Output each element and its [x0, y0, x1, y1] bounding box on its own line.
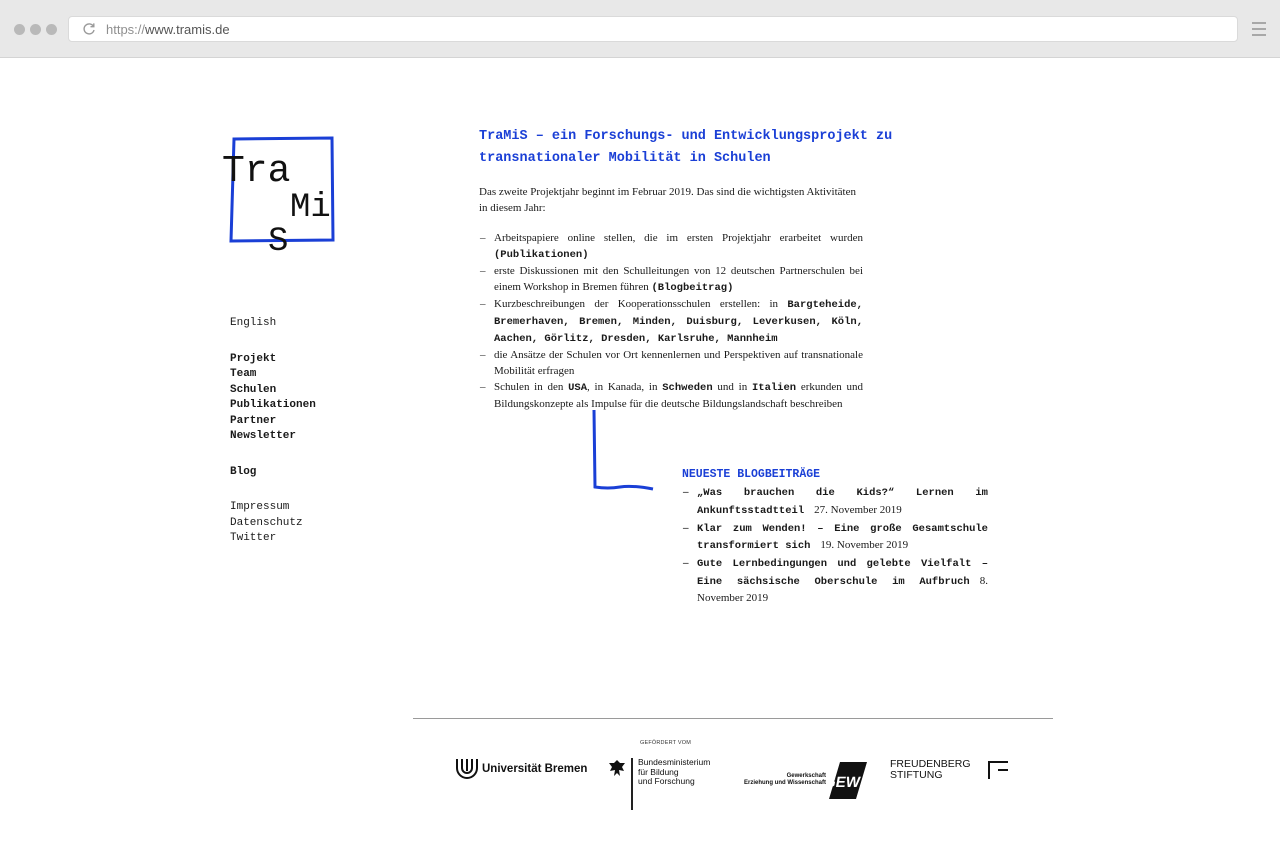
window-controls — [14, 24, 57, 35]
maximize-window-button[interactable] — [46, 24, 57, 35]
main-content: TraMiS – ein Forschungs- und Entwicklung… — [479, 126, 892, 412]
partner-bmbf[interactable]: Bundesministerium für Bildung und Forsch… — [608, 757, 710, 810]
intro-text: Das zweite Projektjahr beginnt im Februa… — [479, 186, 856, 214]
list-item: erste Diskussionen mit den Schulleitunge… — [479, 263, 863, 296]
activity-list: Arbeitspapiere online stellen, die im er… — [479, 230, 863, 412]
blog-heading: NEUESTE BLOGBEITRÄGE — [682, 468, 821, 481]
partner-gew[interactable]: Gewerkschaft Erziehung und Wissenschaft … — [744, 760, 868, 800]
nav-schulen[interactable]: Schulen — [230, 383, 316, 399]
page-content: Tra Mi S English Projekt Team Schulen Pu… — [0, 58, 1280, 860]
minimize-window-button[interactable] — [30, 24, 41, 35]
italien-link[interactable]: Italien — [752, 382, 796, 394]
partner-universitaet-bremen[interactable]: Universität Bremen — [455, 758, 587, 780]
svg-text:GEW: GEW — [828, 774, 862, 791]
blog-post-title[interactable]: Gute Lernbedingungen und gelebte Vielfal… — [697, 558, 988, 588]
blog-post-item[interactable]: Klar zum Wenden! – Eine große Gesamtschu… — [682, 520, 988, 555]
browser-menu-icon[interactable] — [1252, 22, 1266, 36]
nav-newsletter[interactable]: Newsletter — [230, 429, 316, 445]
latest-blog-posts: NEUESTE BLOGBEITRÄGE „Was brauchen die K… — [682, 467, 988, 607]
main-nav: English Projekt Team Schulen Publikation… — [230, 316, 316, 547]
funded-label: GEFÖRDERT VOM — [640, 740, 691, 746]
svg-text:S: S — [268, 223, 288, 254]
list-item: Arbeitspapiere online stellen, die im er… — [479, 230, 863, 263]
tramis-logo[interactable]: Tra Mi S — [220, 134, 346, 254]
browser-chrome: https://www.tramis.de — [0, 0, 1280, 58]
reload-icon[interactable] — [82, 22, 96, 36]
list-item: die Ansätze der Schulen vor Ort kennenle… — [479, 347, 863, 379]
blog-post-date: 19. November 2019 — [820, 539, 909, 551]
federal-eagle-icon — [609, 760, 625, 776]
url-text: https://www.tramis.de — [106, 22, 230, 37]
page-title: TraMiS – ein Forschungs- und Entwicklung… — [479, 129, 893, 166]
svg-text:Mi: Mi — [290, 189, 331, 227]
close-window-button[interactable] — [14, 24, 25, 35]
list-item: Kurzbeschreibungen der Kooperationsschul… — [479, 296, 863, 347]
publikationen-link[interactable]: (Publikationen) — [494, 249, 589, 261]
list-item: Schulen in den USA, in Kanada, in Schwed… — [479, 379, 863, 412]
nav-publikationen[interactable]: Publikationen — [230, 398, 316, 414]
schweden-link[interactable]: Schweden — [662, 382, 712, 394]
nav-datenschutz[interactable]: Datenschutz — [230, 516, 316, 532]
nav-projekt[interactable]: Projekt — [230, 352, 316, 368]
nav-impressum[interactable]: Impressum — [230, 500, 316, 516]
connector-line — [592, 410, 654, 491]
svg-text:Tra: Tra — [222, 150, 290, 193]
nav-team[interactable]: Team — [230, 367, 316, 383]
university-bremen-icon — [456, 759, 478, 779]
blog-post-item[interactable]: „Was brauchen die Kids?“ Lernen im Ankun… — [682, 484, 988, 519]
usa-link[interactable]: USA — [568, 382, 587, 394]
blog-post-date: 27. November 2019 — [814, 503, 902, 516]
blogbeitrag-link[interactable]: (Blogbeitrag) — [651, 282, 733, 294]
nav-blog[interactable]: Blog — [230, 465, 316, 481]
bmbf-bar — [631, 758, 633, 810]
nav-twitter[interactable]: Twitter — [230, 531, 316, 547]
gew-logo: GEW — [828, 762, 867, 799]
university-bremen-name: Universität Bremen — [482, 763, 588, 775]
footer-divider — [413, 718, 1053, 719]
address-bar[interactable]: https://www.tramis.de — [68, 16, 1238, 42]
freudenberg-mark-icon — [988, 761, 1008, 779]
nav-partner[interactable]: Partner — [230, 414, 316, 430]
partner-freudenberg-stiftung[interactable]: FREUDENBERG STIFTUNG — [890, 759, 971, 781]
blog-post-item[interactable]: Gute Lernbedingungen und gelebte Vielfal… — [682, 555, 988, 607]
nav-language-english[interactable]: English — [230, 316, 316, 332]
